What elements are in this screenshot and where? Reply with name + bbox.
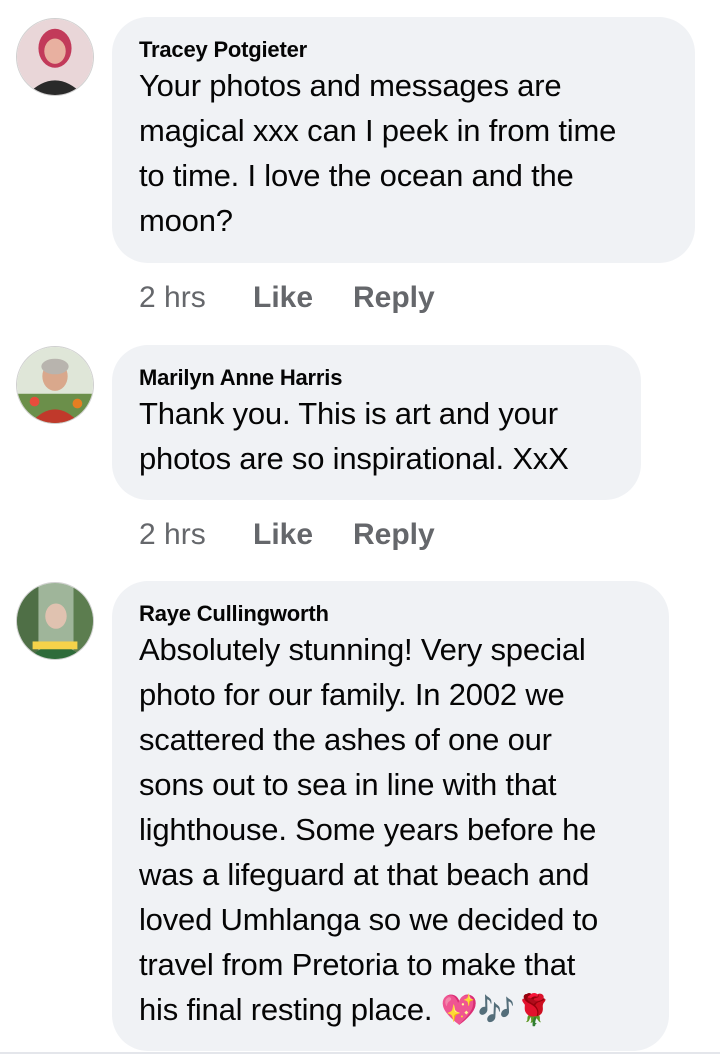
- comment-author[interactable]: Raye Cullingworth: [139, 601, 643, 627]
- comment-timestamp[interactable]: 2 hrs: [139, 515, 253, 555]
- comment-actions: 2 hrs Like Reply: [139, 515, 435, 555]
- rose-icon: 🌹: [515, 994, 553, 1027]
- comment-text: Your photos and messages are magical xxx…: [139, 68, 617, 238]
- like-button[interactable]: Like: [253, 278, 353, 318]
- comment-bubble: Marilyn Anne Harris Thank you. This is a…: [112, 345, 641, 500]
- reply-button[interactable]: Reply: [353, 515, 435, 555]
- comment-text: Thank you. This is art and your photos a…: [139, 396, 569, 476]
- avatar[interactable]: [16, 346, 94, 424]
- comment-bubble: Tracey Potgieter Your photos and message…: [112, 17, 695, 263]
- comment-text-body: Absolutely stunning! Very special photo …: [139, 632, 599, 1027]
- comment-author[interactable]: Tracey Potgieter: [139, 37, 669, 63]
- comment-actions: 2 hrs Like Reply: [139, 278, 435, 318]
- avatar[interactable]: [16, 582, 94, 660]
- sparkling-heart-icon: 💖: [440, 994, 478, 1027]
- comment-bubble: Raye Cullingworth Absolutely stunning! V…: [112, 581, 669, 1051]
- like-button[interactable]: Like: [253, 515, 353, 555]
- comment-timestamp[interactable]: 2 hrs: [139, 278, 253, 318]
- comment-text: Absolutely stunning! Very special photo …: [139, 627, 643, 1033]
- bottom-divider: [0, 1052, 720, 1054]
- comment-author[interactable]: Marilyn Anne Harris: [139, 365, 615, 391]
- reply-button[interactable]: Reply: [353, 278, 435, 318]
- music-notes-icon: 🎶: [477, 994, 516, 1027]
- avatar[interactable]: [16, 18, 94, 96]
